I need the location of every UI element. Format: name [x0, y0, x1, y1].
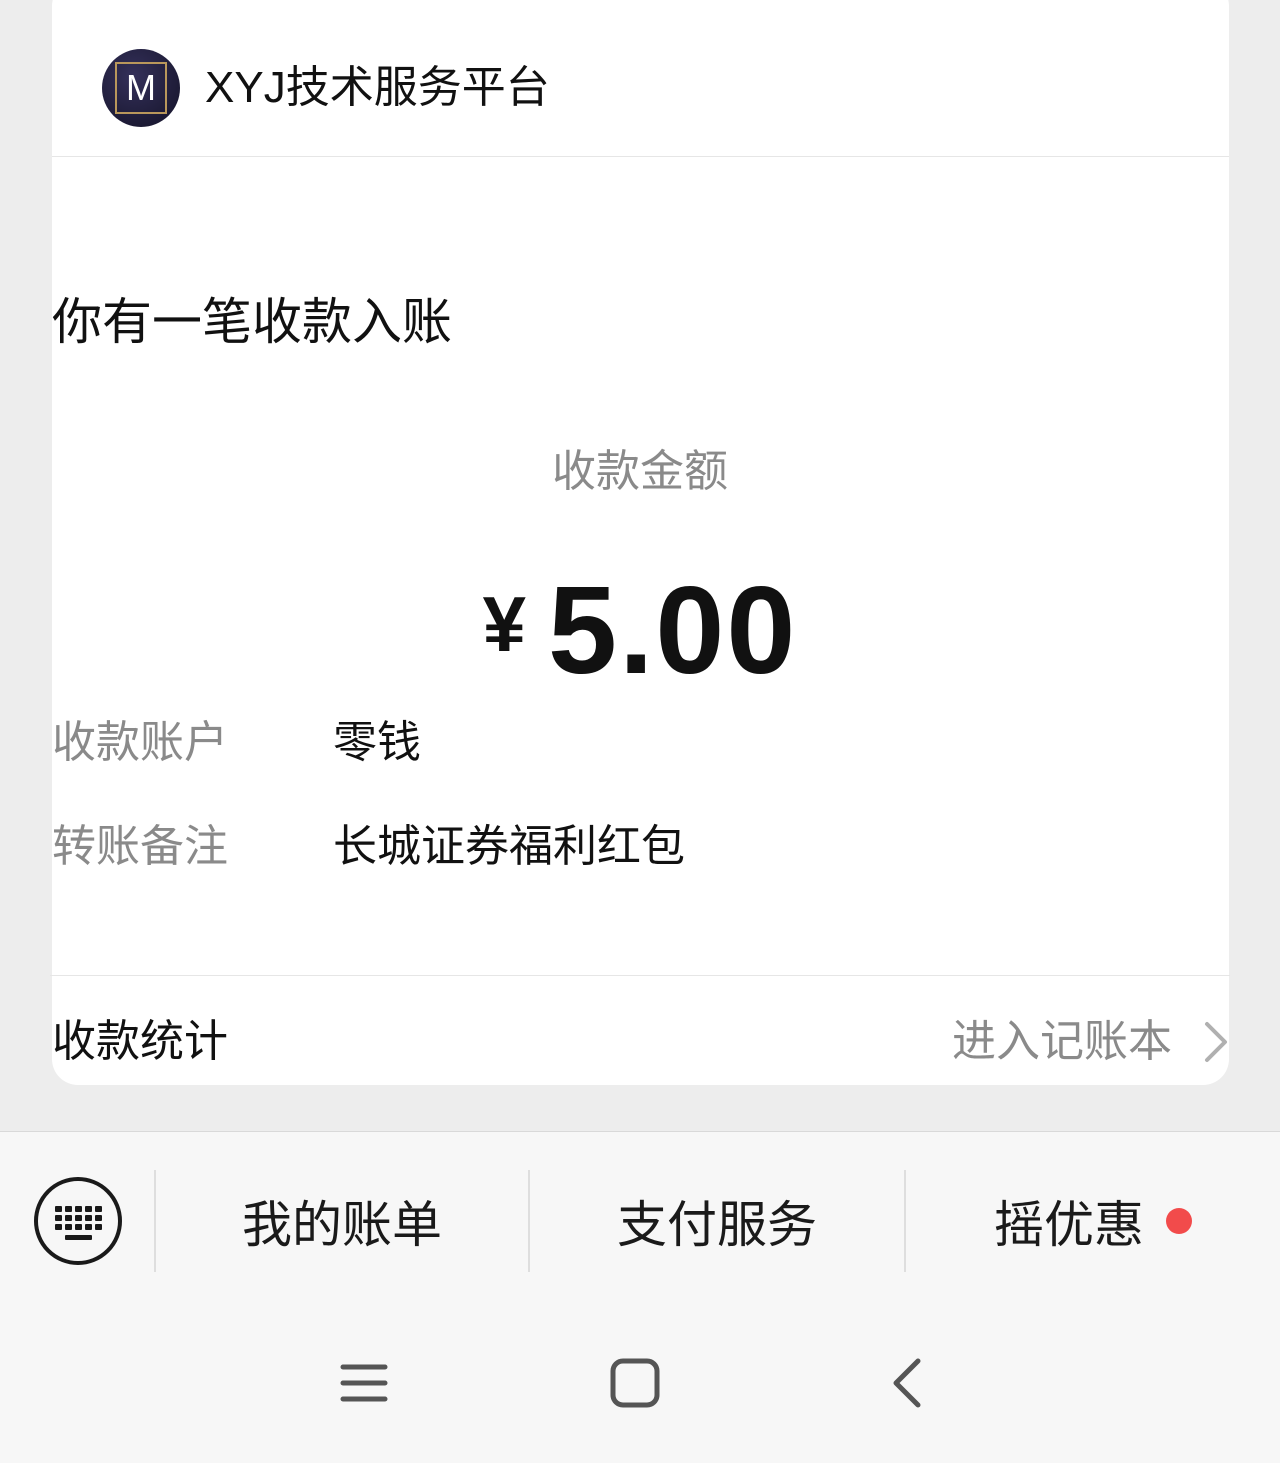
card-header[interactable]: M XYJ技术服务平台: [52, 0, 1229, 157]
payment-notice-page: M XYJ技术服务平台 你有一笔收款入账 收款金额 ¥5.00 收款账户 零钱 …: [0, 0, 1280, 1463]
amount-label: 收款金额: [552, 446, 728, 497]
back-chevron-icon: [893, 1358, 921, 1408]
open-ledger-text: 进入记账本: [952, 1016, 1172, 1067]
home-square-icon: [610, 1358, 660, 1408]
menu-item-label: 我的账单: [242, 1196, 442, 1254]
chevron-right-icon: [1205, 1022, 1227, 1062]
detail-value: 长城证券福利红包: [333, 821, 685, 872]
detail-label: 收款账户: [52, 717, 228, 768]
keyboard-toggle-button[interactable]: [34, 1177, 122, 1265]
amount-value: 5.00: [548, 562, 798, 700]
open-ledger-link[interactable]: 进入记账本: [952, 1012, 1230, 1072]
logo-frame: M: [115, 62, 167, 114]
bottom-menu-bar: 我的账单 支付服务 摇优惠: [0, 1131, 1280, 1311]
menu-item-label: 支付服务: [617, 1196, 817, 1254]
menu-item-payment-services[interactable]: 支付服务: [530, 1170, 904, 1272]
system-nav-bar: [0, 1311, 1280, 1463]
payment-notice-card: M XYJ技术服务平台: [52, 0, 1229, 1085]
menu-item-my-bills[interactable]: 我的账单: [156, 1170, 528, 1272]
logo-letter: M: [126, 67, 156, 108]
menu-item-label: 摇优惠: [994, 1196, 1144, 1254]
divider: [50, 975, 1230, 976]
menu-lines-icon: [340, 1364, 388, 1402]
stats-label: 收款统计: [52, 1016, 228, 1067]
stats-row[interactable]: 收款统计 进入记账本: [52, 1012, 1230, 1072]
platform-logo: M: [102, 49, 180, 127]
notification-dot: [1166, 1208, 1192, 1234]
platform-name: XYJ技术服务平台: [205, 63, 550, 112]
home-button[interactable]: [605, 1355, 665, 1415]
detail-label: 转账备注: [52, 821, 228, 872]
notice-title: 你有一笔收款入账: [52, 293, 452, 351]
amount-display: ¥5.00: [0, 560, 1280, 702]
detail-row-remark: 转账备注 长城证券福利红包: [52, 817, 1052, 877]
recent-apps-button[interactable]: [334, 1355, 394, 1415]
menu-item-shake-deals[interactable]: 摇优惠: [906, 1170, 1280, 1272]
currency-symbol: ¥: [482, 580, 527, 668]
keyboard-icon: [55, 1206, 102, 1240]
back-button[interactable]: [878, 1355, 938, 1415]
detail-row-account: 收款账户 零钱: [52, 713, 1052, 773]
detail-value: 零钱: [333, 717, 421, 768]
